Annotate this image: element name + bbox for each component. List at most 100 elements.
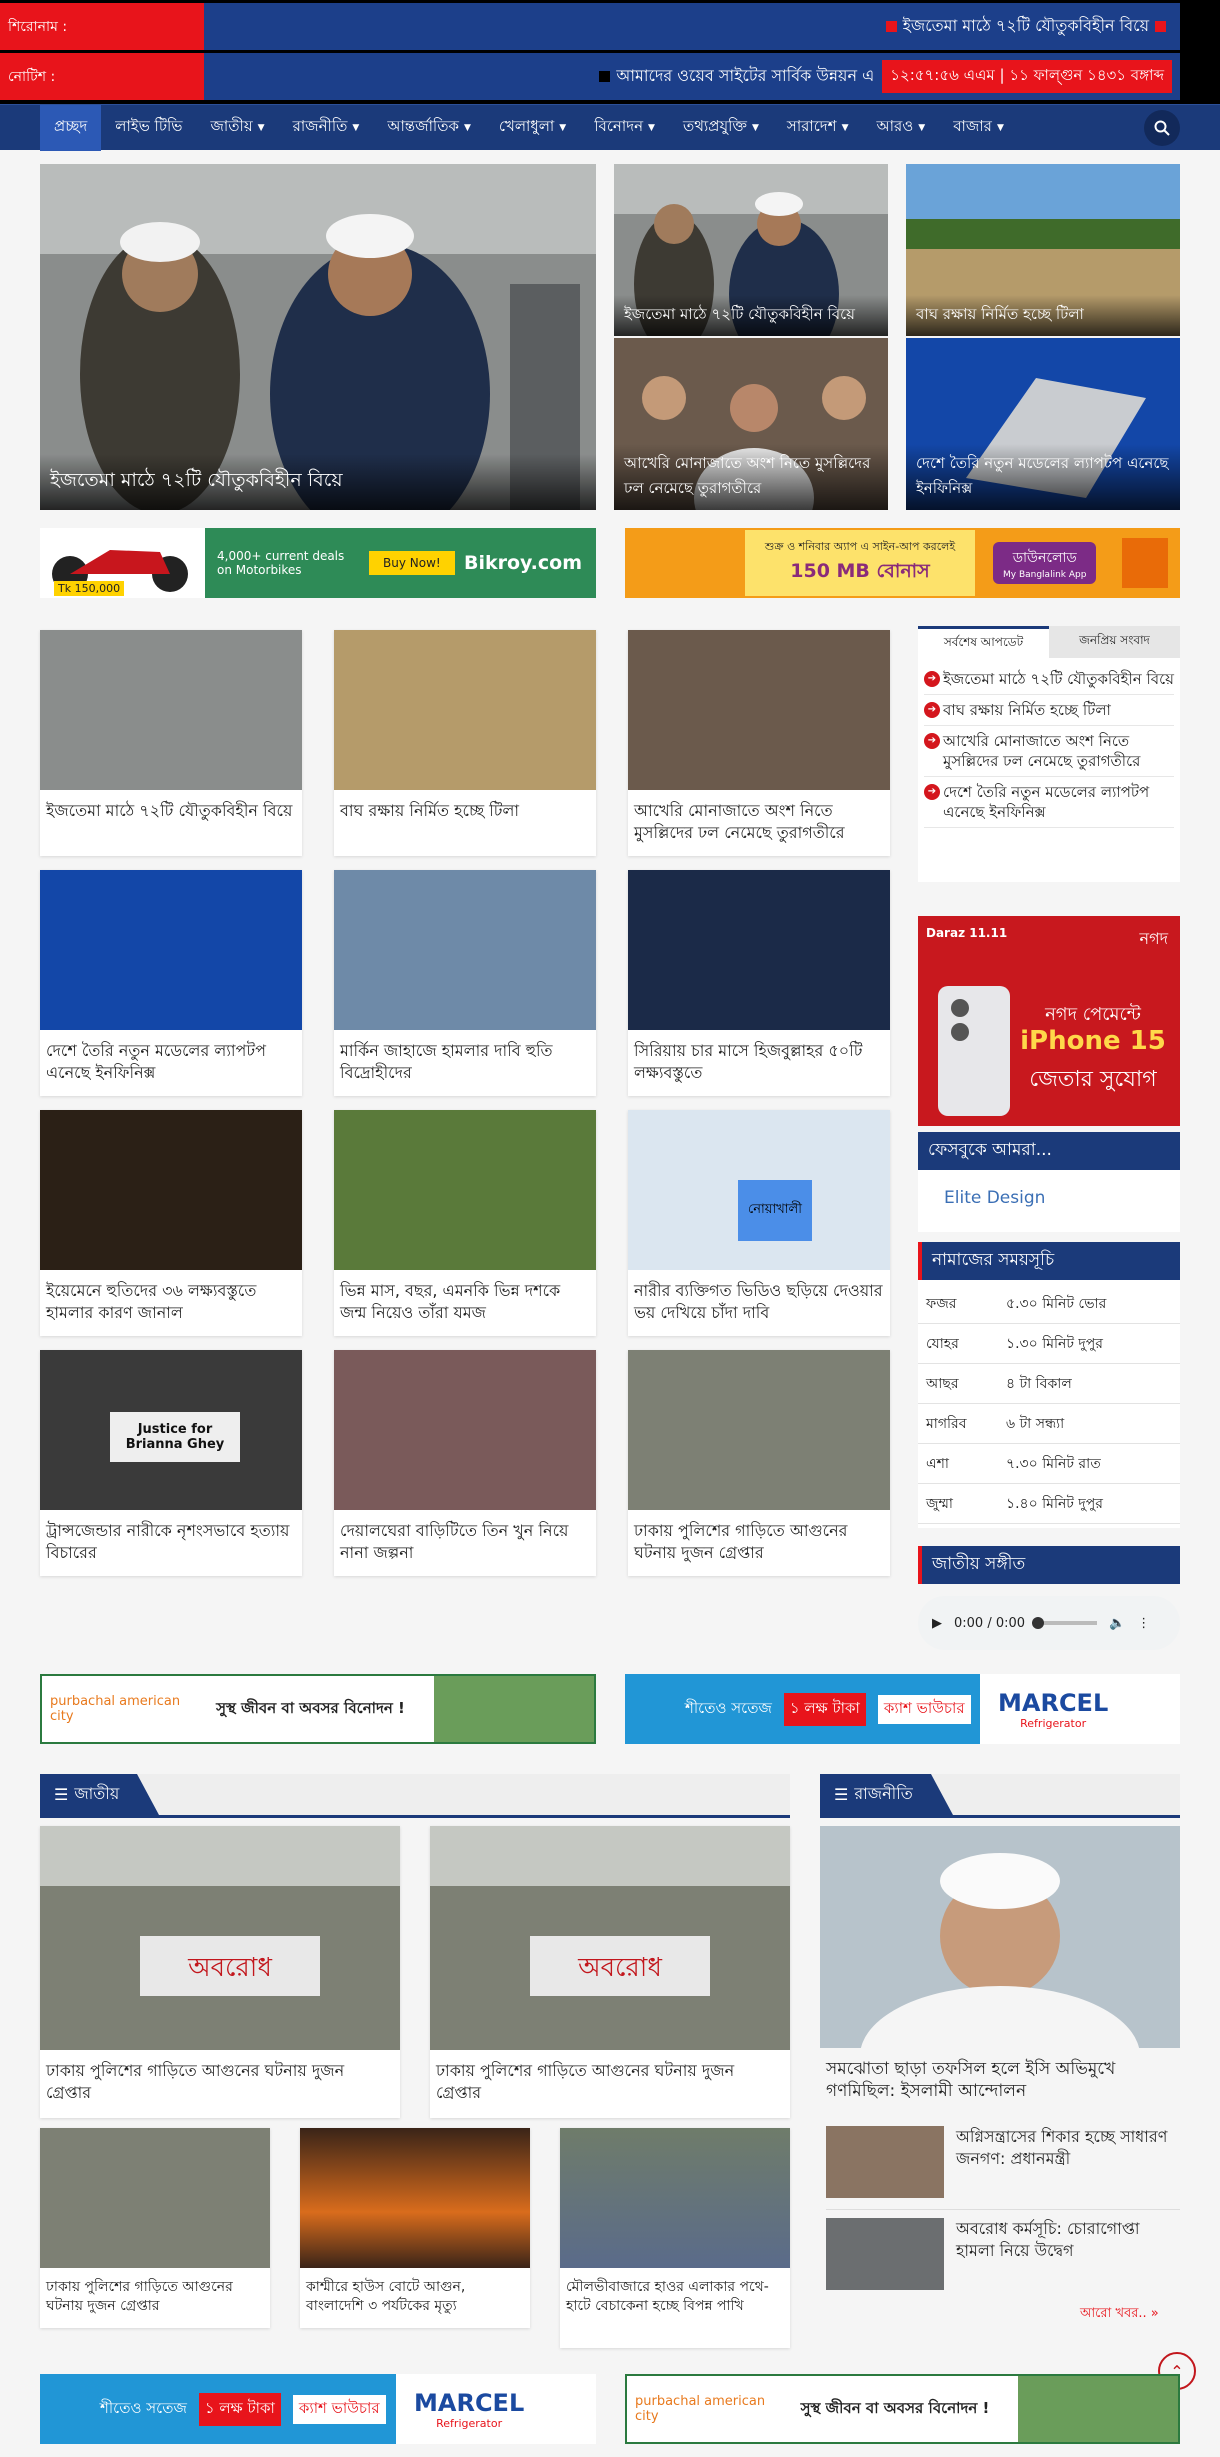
hero-story-3[interactable]: আখেরি মোনাজাতে অংশ নিতে মুসল্লিদের ঢল নে… <box>614 338 888 510</box>
national-section-tab[interactable]: ☰ জাতীয় <box>40 1774 160 1815</box>
national-small-2[interactable]: কাশ্মীরে হাউস বোটে আগুন, বাংলাদেশি ৩ পর্… <box>300 2128 530 2328</box>
hero-story-2-title[interactable]: বাঘ রক্ষায় নির্মিত হচ্ছে টিলা <box>906 295 1180 336</box>
news-card-title[interactable]: দেশে তৈরি নতুন মডেলের ল্যাপটপ এনেছে ইনফি… <box>40 1030 302 1092</box>
audio-progress[interactable] <box>1032 1617 1098 1629</box>
news-card-title[interactable]: আখেরি মোনাজাতে অংশ নিতে মুসল্লিদের ঢল নে… <box>628 790 890 852</box>
marcel-ad-1[interactable]: শীতেও সতেজ ১ লক্ষ টাকা ক্যাশ ভাউচার MARC… <box>625 1674 1180 1744</box>
national-small-3-title[interactable]: মৌলভীবাজারে হাওর এলাকার পথে-হাটে বেচাকেন… <box>560 2268 790 2324</box>
politics-item-1-title[interactable]: অগ্নিসন্ত্রাসের শিকার হচ্ছে সাধারণ জনগণ:… <box>956 2126 1180 2209</box>
nav-item[interactable]: আন্তর্জাতিক ▼ <box>373 105 485 151</box>
nav-item[interactable]: রাজনীতি ▼ <box>279 105 374 151</box>
bikroy-buy-button[interactable]: Buy Now! <box>369 551 455 575</box>
headline-text[interactable]: ইজতেমা মাঠে ৭২টি যৌতুকবিহীন বিয়ে <box>903 13 1149 40</box>
headline-marquee[interactable]: ইজতেমা মাঠে ৭২টি যৌতুকবিহীন বিয়ে <box>204 3 1180 50</box>
search-button[interactable] <box>1144 109 1180 146</box>
more-options-icon[interactable]: ⋮ <box>1137 1616 1150 1631</box>
news-card[interactable]: নোয়াখালী নারীর ব্যক্তিগত ভিডিও ছড়িয়ে দ… <box>628 1110 890 1336</box>
politics-section-tab[interactable]: ☰ রাজনীতি <box>820 1774 953 1815</box>
latest-item-title[interactable]: আখেরি মোনাজাতে অংশ নিতে মুসল্লিদের ঢল নে… <box>943 731 1174 771</box>
news-card-title[interactable]: বাঘ রক্ষায় নির্মিত হচ্ছে টিলা <box>334 790 596 830</box>
map-label: নোয়াখালী <box>738 1180 812 1241</box>
politics-photo-svg <box>820 1826 1180 2048</box>
bikroy-ad[interactable]: Tk 150,000 4,000+ current deals on Motor… <box>40 528 596 598</box>
latest-item[interactable]: ➔ বাঘ রক্ষায় নির্মিত হচ্ছে টিলা <box>924 695 1174 726</box>
national-big-2-title[interactable]: ঢাকায় পুলিশের গাড়িতে আগুনের ঘটনায় দুজ… <box>430 2050 790 2112</box>
nav-item[interactable]: আরও ▼ <box>862 105 939 151</box>
purbachal-ad-1[interactable]: purbachal american city সুস্থ জীবন বা অব… <box>40 1674 596 1744</box>
facebook-page-link[interactable]: Elite Design <box>918 1170 1180 1226</box>
hero-story-4[interactable]: দেশে তৈরি নতুন মডেলের ল্যাপটপ এনেছে ইনফি… <box>906 338 1180 510</box>
hero-story-2[interactable]: বাঘ রক্ষায় নির্মিত হচ্ছে টিলা <box>906 164 1180 336</box>
nav-item[interactable]: বাজার ▼ <box>939 105 1018 151</box>
national-big-1[interactable]: অবরোধ ঢাকায় পুলিশের গাড়িতে আগুনের ঘটনা… <box>40 1826 400 2118</box>
news-card[interactable]: ইজতেমা মাঠে ৭২টি যৌতুকবিহীন বিয়ে <box>40 630 302 856</box>
hero-story-1[interactable]: ইজতেমা মাঠে ৭২টি যৌতুকবিহীন বিয়ে <box>614 164 888 336</box>
chevron-down-icon: ▼ <box>841 122 849 133</box>
latest-item-title[interactable]: ইজতেমা মাঠে ৭২টি যৌতুকবিহীন বিয়ে <box>943 669 1174 689</box>
latest-item[interactable]: ➔ আখেরি মোনাজাতে অংশ নিতে মুসল্লিদের ঢল ন… <box>924 726 1174 777</box>
news-card[interactable]: ভিন্ন মাস, বছর, এমনকি ভিন্ন দশকে জন্ম নি… <box>334 1110 596 1336</box>
nav-item[interactable]: খেলাধুলা ▼ <box>485 105 580 151</box>
nav-item[interactable]: বিনোদন ▼ <box>580 105 669 151</box>
nav-item[interactable]: তথ্যপ্রযুক্তি ▼ <box>669 105 773 151</box>
banglalink-ad[interactable]: শুক্র ও শনিবার অ্যাপ এ সাইন-আপ করলেই 150… <box>625 528 1180 598</box>
news-card[interactable]: দেশে তৈরি নতুন মডেলের ল্যাপটপ এনেছে ইনফি… <box>40 870 302 1096</box>
latest-item[interactable]: ➔ দেশে তৈরি নতুন মডেলের ল্যাপটপ এনেছে ইনফ… <box>924 777 1174 828</box>
marcel-ad-2[interactable]: শীতেও সতেজ ১ লক্ষ টাকা ক্যাশ ভাউচার MARC… <box>40 2374 596 2444</box>
national-big-2[interactable]: অবরোধ ঢাকায় পুলিশের গাড়িতে আগুনের ঘটনা… <box>430 1826 790 2118</box>
news-card-title[interactable]: ঢাকায় পুলিশের গাড়িতে আগুনের ঘটনায় দুজ… <box>628 1510 890 1572</box>
politics-item-2[interactable]: অবরোধ কর্মসূচি: চোরাগোপ্তা হামলা নিয়ে উ… <box>826 2212 1180 2302</box>
news-card[interactable]: ঢাকায় পুলিশের গাড়িতে আগুনের ঘটনায় দুজ… <box>628 1350 890 1576</box>
politics-more-link[interactable]: আরো খবর.. » <box>1080 2304 1159 2325</box>
news-card-title[interactable]: দেয়ালঘেরা বাড়িটিতে তিন খুন নিয়ে নানা … <box>334 1510 596 1572</box>
news-card-title[interactable]: ইয়েমেনে হুতিদের ৩৬ লক্ষ্যবস্তুতে হামলার… <box>40 1270 302 1332</box>
politics-main[interactable]: সমঝোতা ছাড়া তফসিল হলে ইসি অভিমুখে গণমিছ… <box>820 1826 1180 2122</box>
news-card-title[interactable]: সিরিয়ায় চার মাসে হিজবুল্লাহর ৫০টি লক্ষ… <box>628 1030 890 1092</box>
hero-main-story[interactable]: ইজতেমা মাঠে ৭২টি যৌতুকবিহীন বিয়ে <box>40 164 596 510</box>
news-card-title[interactable]: ভিন্ন মাস, বছর, এমনকি ভিন্ন দশকে জন্ম নি… <box>334 1270 596 1332</box>
news-card[interactable]: ইয়েমেনে হুতিদের ৩৬ লক্ষ্যবস্তুতে হামলার… <box>40 1110 302 1336</box>
news-card-title[interactable]: নারীর ব্যক্তিগত ভিডিও ছড়িয়ে দেওয়ার ভয… <box>628 1270 890 1332</box>
politics-item-1[interactable]: অগ্নিসন্ত্রাসের শিকার হচ্ছে সাধারণ জনগণ:… <box>826 2120 1180 2210</box>
nav-item[interactable]: প্রচ্ছদ <box>40 104 102 151</box>
news-card[interactable]: Justice for Brianna Ghey ট্রান্সজেন্ডার ন… <box>40 1350 302 1576</box>
tab-latest[interactable]: সর্বশেষ আপডেট <box>918 626 1049 658</box>
politics-main-title[interactable]: সমঝোতা ছাড়া তফসিল হলে ইসি অভিমুখে গণমিছ… <box>820 2048 1180 2110</box>
news-card[interactable]: বাঘ রক্ষায় নির্মিত হচ্ছে টিলা <box>334 630 596 856</box>
news-card[interactable]: দেয়ালঘেরা বাড়িটিতে তিন খুন নিয়ে নানা … <box>334 1350 596 1576</box>
news-card[interactable]: মার্কিন জাহাজে হামলার দাবি হুতি বিদ্রোহী… <box>334 870 596 1096</box>
marcel-cash: ক্যাশ ভাউচার <box>877 1694 971 1724</box>
news-card[interactable]: আখেরি মোনাজাতে অংশ নিতে মুসল্লিদের ঢল নে… <box>628 630 890 856</box>
nav-item[interactable]: সারাদেশ ▼ <box>773 105 863 151</box>
nav-item[interactable]: জাতীয় ▼ <box>197 105 279 151</box>
nav-item[interactable]: লাইভ টিভি <box>101 105 196 151</box>
purbachal-ad-2[interactable]: purbachal american city সুস্থ জীবন বা অব… <box>625 2374 1180 2444</box>
nagad-ad[interactable]: Daraz 11.11 নগদ নগদ পেমেন্টে iPhone 15 জ… <box>918 916 1180 1126</box>
news-card-title[interactable]: ইজতেমা মাঠে ৭২টি যৌতুকবিহীন বিয়ে <box>40 790 302 830</box>
audio-player[interactable]: ▶ 0:00 / 0:00 🔈 ⋮ <box>918 1596 1180 1650</box>
hero-story-4-title[interactable]: দেশে তৈরি নতুন মডেলের ল্যাপটপ এনেছে ইনফি… <box>906 444 1180 510</box>
hero-story-1-title[interactable]: ইজতেমা মাঠে ৭২টি যৌতুকবিহীন বিয়ে <box>614 295 888 336</box>
national-small-1-title[interactable]: ঢাকায় পুলিশের গাড়িতে আগুনের ঘটনায় দুজ… <box>40 2268 270 2324</box>
national-small-2-title[interactable]: কাশ্মীরে হাউস বোটে আগুন, বাংলাদেশি ৩ পর্… <box>300 2268 530 2324</box>
notice-marquee[interactable]: আমাদের ওয়েব সাইটের সার্বিক উন্নয়ন এ ১২:… <box>204 53 1180 100</box>
news-card-title[interactable]: মার্কিন জাহাজে হামলার দাবি হুতি বিদ্রোহী… <box>334 1030 596 1092</box>
latest-item-title[interactable]: বাঘ রক্ষায় নির্মিত হচ্ছে টিলা <box>943 700 1111 720</box>
notice-text[interactable]: আমাদের ওয়েব সাইটের সার্বিক উন্নয়ন এ <box>616 63 874 90</box>
hero-main-title[interactable]: ইজতেমা মাঠে ৭২টি যৌতুকবিহীন বিয়ে <box>40 454 596 510</box>
hero-story-3-title[interactable]: আখেরি মোনাজাতে অংশ নিতে মুসল্লিদের ঢল নে… <box>614 444 888 510</box>
national-big-1-title[interactable]: ঢাকায় পুলিশের গাড়িতে আগুনের ঘটনায় দুজ… <box>40 2050 400 2112</box>
tab-popular[interactable]: জনপ্রিয় সংবাদ <box>1049 626 1180 658</box>
news-card-title[interactable]: ট্রান্সজেন্ডার নারীকে নৃশংসভাবে হত্যায় … <box>40 1510 302 1572</box>
play-icon[interactable]: ▶ <box>932 1616 942 1631</box>
latest-item-title[interactable]: দেশে তৈরি নতুন মডেলের ল্যাপটপ এনেছে ইনফি… <box>943 782 1174 822</box>
national-small-3[interactable]: মৌলভীবাজারে হাওর এলাকার পথে-হাটে বেচাকেন… <box>560 2128 790 2348</box>
volume-icon[interactable]: 🔈 <box>1109 1616 1125 1631</box>
bl-download-button[interactable]: ডাউনলোড My Banglalink App <box>993 542 1097 584</box>
national-small-1[interactable]: ঢাকায় পুলিশের গাড়িতে আগুনের ঘটনায় দুজ… <box>40 2128 270 2328</box>
latest-item[interactable]: ➔ ইজতেমা মাঠে ৭২টি যৌতুকবিহীন বিয়ে <box>924 664 1174 695</box>
politics-item-2-title[interactable]: অবরোধ কর্মসূচি: চোরাগোপ্তা হামলা নিয়ে উ… <box>956 2218 1180 2302</box>
prayer-name: আছর <box>926 1375 959 1392</box>
news-card[interactable]: সিরিয়ায় চার মাসে হিজবুল্লাহর ৫০টি লক্ষ… <box>628 870 890 1096</box>
marcel-brand: MARCEL <box>998 1688 1109 1717</box>
